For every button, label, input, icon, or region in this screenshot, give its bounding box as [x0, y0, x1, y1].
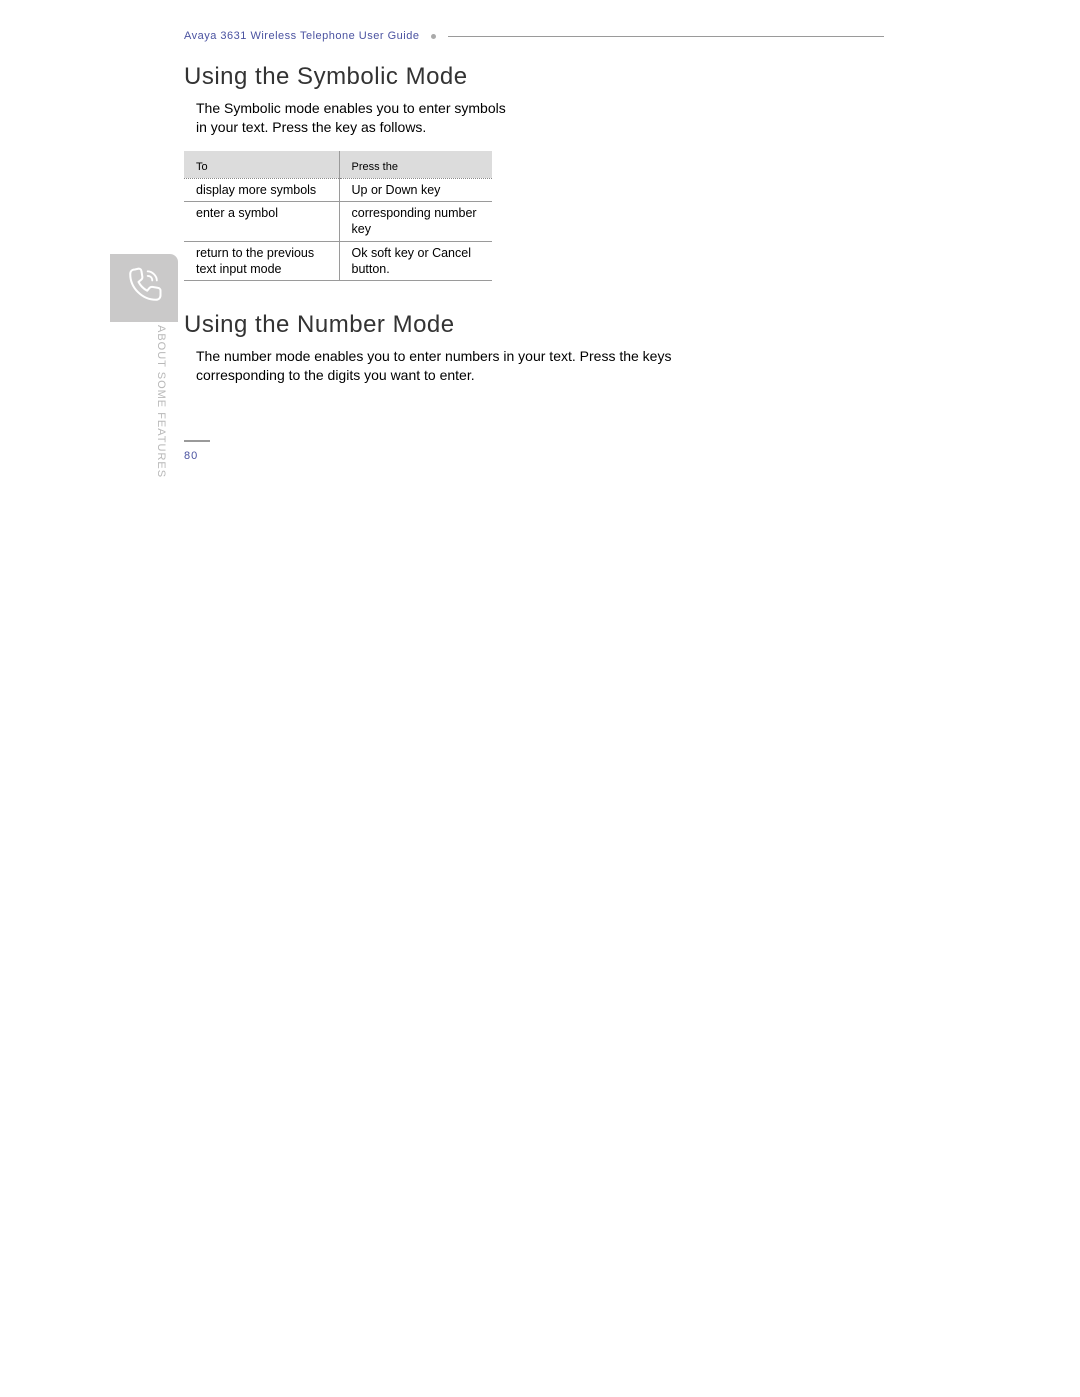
section-heading-number: Using the Number Mode [184, 311, 932, 339]
table-header-to: To [184, 151, 339, 179]
table-cell: Up or Down key [339, 178, 492, 201]
symbolic-mode-table: To Press the display more symbols Up or … [184, 151, 492, 281]
table-cell: enter a symbol [184, 202, 339, 242]
table-header-press: Press the [339, 151, 492, 179]
header-rule [448, 36, 884, 37]
doc-title: Avaya 3631 Wireless Telephone User Guide [184, 30, 419, 42]
table-cell: corresponding number key [339, 202, 492, 242]
page-number-block: 80 [184, 440, 210, 462]
table-cell: return to the previous text input mode [184, 241, 339, 281]
phone-icon-block [110, 254, 178, 322]
section-side-label: ABOUT SOME FEATURES [155, 325, 167, 478]
document-header: Avaya 3631 Wireless Telephone User Guide [184, 30, 884, 42]
table-cell: display more symbols [184, 178, 339, 201]
table-row: enter a symbol corresponding number key [184, 202, 492, 242]
page-number: 80 [184, 450, 210, 462]
section-heading-symbolic: Using the Symbolic Mode [184, 63, 932, 91]
table-row: return to the previous text input mode O… [184, 241, 492, 281]
header-bullet-icon [431, 34, 436, 39]
phone-icon [122, 264, 166, 313]
table-cell: Ok soft key or Cancel button. [339, 241, 492, 281]
number-intro-paragraph: The number mode enables you to enter num… [196, 347, 756, 385]
symbolic-intro-paragraph: The Symbolic mode enables you to enter s… [196, 99, 506, 137]
page-number-rule [184, 440, 210, 442]
table-row: display more symbols Up or Down key [184, 178, 492, 201]
